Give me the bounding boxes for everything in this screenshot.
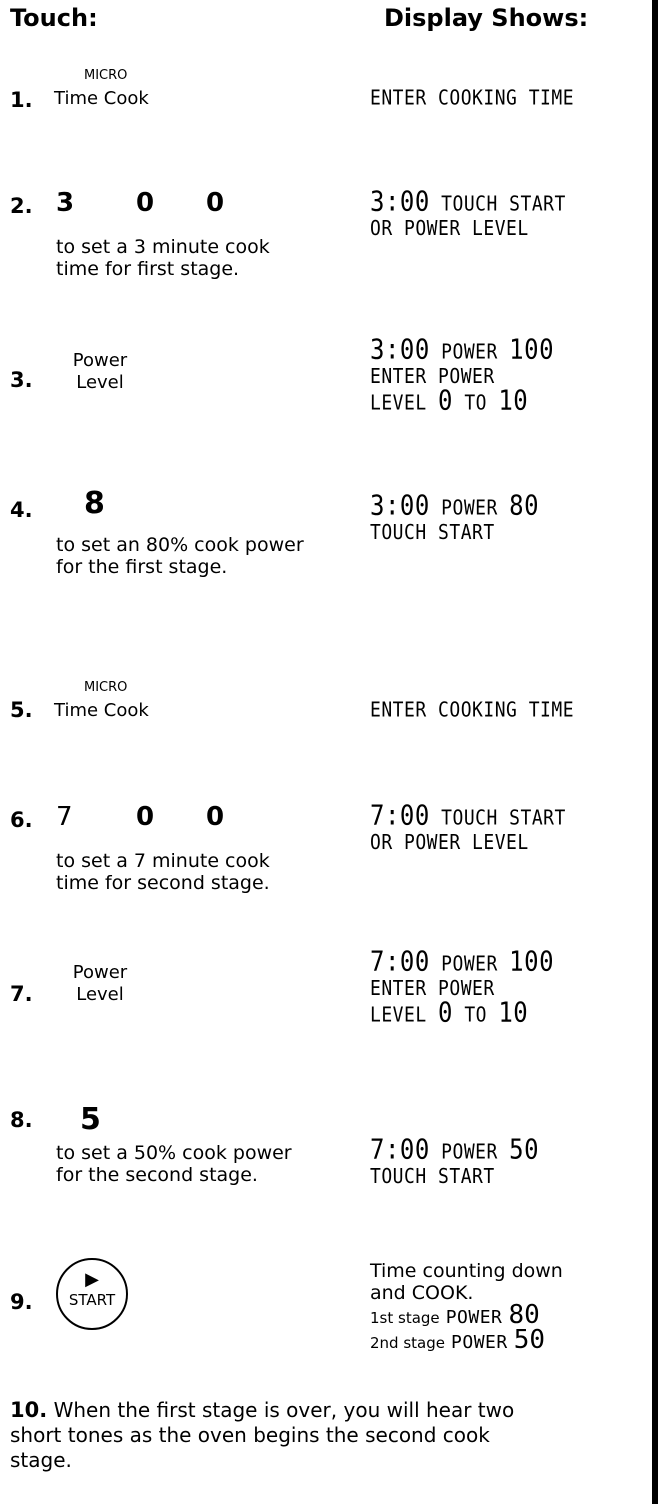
power-level-button-label[interactable]: Power Level [72, 962, 128, 1006]
lcd-display: 3:00 POWER 100 ENTER POWER LEVEL 0 TO 10 [370, 333, 555, 417]
step-note: to set a 50% cook power for the second s… [56, 1142, 292, 1186]
micro-label: MICRO [84, 680, 128, 695]
stage-2-line: 2nd stage POWER 50 [370, 1327, 563, 1354]
step-number: 7. [10, 982, 33, 1006]
key-0[interactable]: 0 [136, 802, 154, 832]
step-number: 2. [10, 194, 33, 218]
step-number: 3. [10, 368, 33, 392]
step-note: to set a 3 minute cook time for first st… [56, 236, 270, 280]
lcd-display: 7:00 TOUCH START OR POWER LEVEL [370, 799, 566, 855]
stage-2-power: POWER [451, 1332, 508, 1353]
display-column-header: Display Shows: [384, 4, 589, 32]
stage-1-label: 1st stage [370, 1309, 440, 1327]
lcd-display: 3:00 TOUCH START OR POWER LEVEL [370, 185, 566, 241]
step-number: 10. [10, 1398, 48, 1422]
lcd-display: ENTER COOKING TIME [370, 698, 575, 723]
final-step: 10. When the first stage is over, you wi… [10, 1398, 530, 1473]
step-note: to set a 7 minute cook time for second s… [56, 850, 270, 894]
start-button[interactable]: ▶ START [56, 1258, 128, 1330]
display-description: Time counting down and COOK. 1st stage P… [370, 1260, 563, 1354]
time-cook-button-label[interactable]: Time Cook [54, 700, 149, 721]
level-label: Level [76, 372, 124, 393]
key-8[interactable]: 8 [84, 486, 105, 521]
final-step-text: When the first stage is over, you will h… [10, 1398, 515, 1472]
stage-2-value: 50 [513, 1325, 546, 1355]
power-level-button-label[interactable]: Power Level [72, 350, 128, 394]
key-3[interactable]: 3 [56, 188, 74, 218]
step-number: 4. [10, 498, 33, 522]
key-7[interactable]: 7 [56, 802, 73, 832]
step-number: 9. [10, 1290, 33, 1314]
right-border-rule [652, 0, 658, 1504]
step-number: 1. [10, 88, 33, 112]
power-label: Power [72, 962, 128, 983]
counting-down-text: Time counting down [370, 1260, 563, 1282]
micro-label: MICRO [84, 68, 128, 83]
stage-1-power: POWER [445, 1307, 503, 1328]
lcd-display: 3:00 POWER 80 TOUCH START [370, 489, 540, 545]
lcd-display: ENTER COOKING TIME [370, 86, 575, 111]
start-label: START [68, 1291, 116, 1309]
touch-column-header: Touch: [10, 4, 98, 32]
level-label: Level [76, 984, 124, 1005]
keypad-entry: 7 0 0 [56, 802, 256, 834]
key-0[interactable]: 0 [136, 188, 154, 218]
time-cook-button-label[interactable]: Time Cook [54, 88, 149, 109]
key-0[interactable]: 0 [206, 802, 224, 832]
key-5[interactable]: 5 [80, 1102, 101, 1137]
keypad-entry: 3 0 0 [56, 188, 256, 220]
play-triangle-icon: ▶ [85, 1269, 99, 1290]
stage-2-label: 2nd stage [370, 1334, 445, 1352]
lcd-display: 7:00 POWER 100 ENTER POWER LEVEL 0 TO 10 [370, 945, 555, 1029]
lcd-display: 7:00 POWER 50 TOUCH START [370, 1133, 540, 1189]
step-note: to set an 80% cook power for the first s… [56, 534, 304, 578]
key-0[interactable]: 0 [206, 188, 224, 218]
power-label: Power [72, 350, 128, 371]
step-number: 5. [10, 698, 33, 722]
step-number: 6. [10, 808, 33, 832]
step-number: 8. [10, 1108, 33, 1132]
